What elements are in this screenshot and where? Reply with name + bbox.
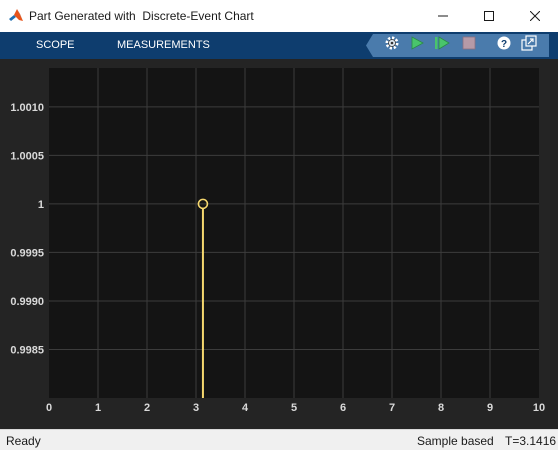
y-tick-label: 0.9985 — [10, 344, 44, 356]
stop-button[interactable] — [459, 36, 479, 55]
run-icon — [410, 36, 424, 55]
status-mode: Sample based — [417, 434, 494, 448]
x-tick-labels: 0 1 2 3 4 5 6 7 8 9 10 — [46, 402, 545, 414]
window-title: Part Generated with Discrete-Event Chart — [29, 9, 254, 23]
y-tick-label: 0.9990 — [10, 296, 44, 308]
maximize-button[interactable] — [466, 0, 512, 32]
x-tick-label: 7 — [389, 402, 395, 414]
close-icon — [530, 11, 540, 21]
close-button[interactable] — [512, 0, 558, 32]
run-button[interactable] — [407, 36, 427, 55]
maximize-icon — [484, 11, 494, 21]
x-tick-label: 8 — [438, 402, 444, 414]
y-tick-label: 1.0010 — [10, 102, 44, 114]
settings-button[interactable] — [382, 36, 402, 55]
scope-display: 0 1 2 3 4 5 6 7 8 9 10 1.0010 1.0005 1 0.9995 0.9990 0.… — [0, 59, 558, 429]
y-tick-label: 1 — [38, 199, 44, 211]
status-state: Ready — [6, 434, 41, 448]
step-forward-icon — [434, 36, 450, 55]
x-tick-label: 6 — [340, 402, 346, 414]
status-bar: Ready Sample based T=3.1416 — [0, 429, 558, 450]
y-tick-labels: 1.0010 1.0005 1 0.9995 0.9990 0.9985 — [10, 102, 44, 357]
settings-gear-icon — [383, 34, 401, 57]
undock-icon — [521, 35, 537, 56]
x-tick-label: 10 — [533, 402, 545, 414]
svg-text:?: ? — [501, 39, 507, 50]
x-tick-label: 3 — [193, 402, 199, 414]
stop-icon — [462, 36, 476, 55]
minimize-icon — [438, 11, 448, 21]
x-tick-label: 5 — [291, 402, 297, 414]
status-time: T=3.1416 — [505, 434, 557, 448]
tab-measurements[interactable]: MEASUREMENTS — [117, 32, 210, 59]
x-tick-label: 9 — [487, 402, 493, 414]
x-tick-label: 1 — [95, 402, 101, 414]
undock-button[interactable] — [519, 35, 539, 56]
tab-scope[interactable]: SCOPE — [36, 32, 75, 59]
x-tick-label: 0 — [46, 402, 52, 414]
y-tick-label: 0.9995 — [10, 247, 44, 259]
x-tick-label: 2 — [144, 402, 150, 414]
minimize-button[interactable] — [420, 0, 466, 32]
matlab-logo-icon — [8, 8, 24, 24]
scope-plot[interactable]: 0 1 2 3 4 5 6 7 8 9 10 1.0010 1.0005 1 0.9995 0.9990 0.… — [0, 59, 558, 429]
x-tick-label: 4 — [242, 402, 249, 414]
toolstrip: SCOPE MEASUREMENTS ? — [0, 32, 558, 59]
step-forward-button[interactable] — [432, 36, 452, 55]
y-tick-label: 1.0005 — [10, 150, 44, 162]
help-icon: ? — [497, 36, 511, 55]
help-button[interactable]: ? — [494, 36, 514, 55]
title-bar: Part Generated with Discrete-Event Chart — [0, 0, 558, 32]
quick-access-toolbar: ? — [366, 34, 549, 57]
